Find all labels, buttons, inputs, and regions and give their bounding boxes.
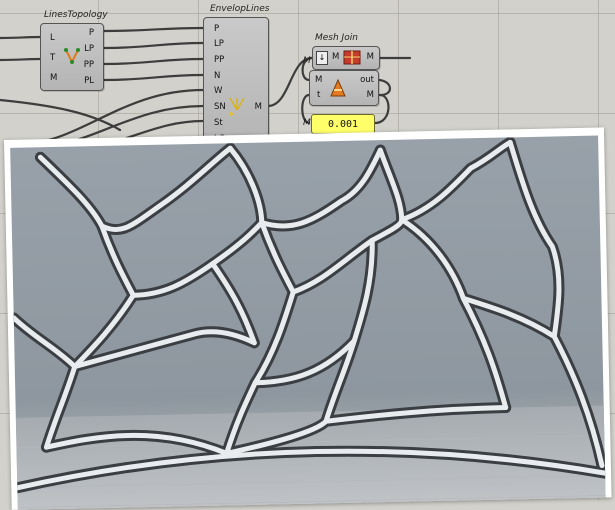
number-panel-input-label: M (303, 118, 311, 128)
mesh-tool-title: M (303, 56, 311, 66)
mesh-tool-output-out[interactable]: out (360, 75, 374, 85)
lines-topology-output-pp[interactable]: PP (84, 60, 94, 70)
envelope-lines-icon (229, 97, 245, 116)
mesh-tool-input-m[interactable]: M (315, 75, 322, 85)
envelop-lines-input-w[interactable]: W (214, 86, 222, 96)
grasshopper-canvas[interactable]: LinesTopology L T M P LP PP PL EnvelopLi… (0, 0, 615, 510)
envelop-lines-component[interactable]: P LP PP N W SN St LC M (203, 17, 269, 149)
mesh-tool-component[interactable]: M t out M (309, 70, 379, 106)
lines-topology-input-t[interactable]: T (50, 53, 55, 63)
mesh-tool-output-m[interactable]: M (367, 90, 374, 100)
envelop-lines-input-p[interactable]: P (214, 24, 219, 34)
envelop-lines-output-m[interactable]: M (255, 102, 262, 112)
lines-topology-input-l[interactable]: L (50, 33, 55, 43)
mesh-join-input-m[interactable]: M (332, 52, 339, 62)
lines-topology-output-pl[interactable]: PL (84, 76, 94, 86)
mesh-tool-icon (330, 78, 346, 97)
envelop-lines-input-pp[interactable]: PP (214, 55, 224, 65)
topology-icon (64, 48, 80, 64)
number-panel-value[interactable]: 0.001 (328, 119, 358, 130)
envelop-lines-title: EnvelopLines (210, 4, 270, 14)
mesh-join-output-m[interactable]: M (367, 52, 374, 62)
mesh-join-title: Mesh Join (315, 33, 358, 43)
mesh-join-flatten-icon[interactable]: ↓ (316, 51, 328, 65)
lines-topology-title: LinesTopology (44, 10, 108, 20)
envelop-lines-input-n[interactable]: N (214, 71, 220, 81)
envelop-lines-input-lp[interactable]: LP (214, 39, 224, 49)
envelop-lines-input-sn[interactable]: SN (214, 102, 226, 112)
lines-topology-output-p[interactable]: P (89, 28, 94, 38)
render-viewport (10, 135, 606, 510)
mesh-lattice-render-icon (10, 136, 606, 510)
lines-topology-input-m[interactable]: M (50, 73, 57, 83)
mesh-tool-input-t[interactable]: t (317, 90, 320, 100)
lines-topology-output-lp[interactable]: LP (84, 44, 94, 54)
lines-topology-component[interactable]: L T M P LP PP PL (40, 23, 104, 91)
number-panel[interactable]: 0.001 (311, 114, 375, 134)
mesh-join-component[interactable]: ↓ M M (312, 46, 380, 70)
mesh-join-icon (343, 50, 361, 65)
envelop-lines-input-st[interactable]: St (214, 118, 223, 128)
render-photo-frame (4, 127, 612, 510)
